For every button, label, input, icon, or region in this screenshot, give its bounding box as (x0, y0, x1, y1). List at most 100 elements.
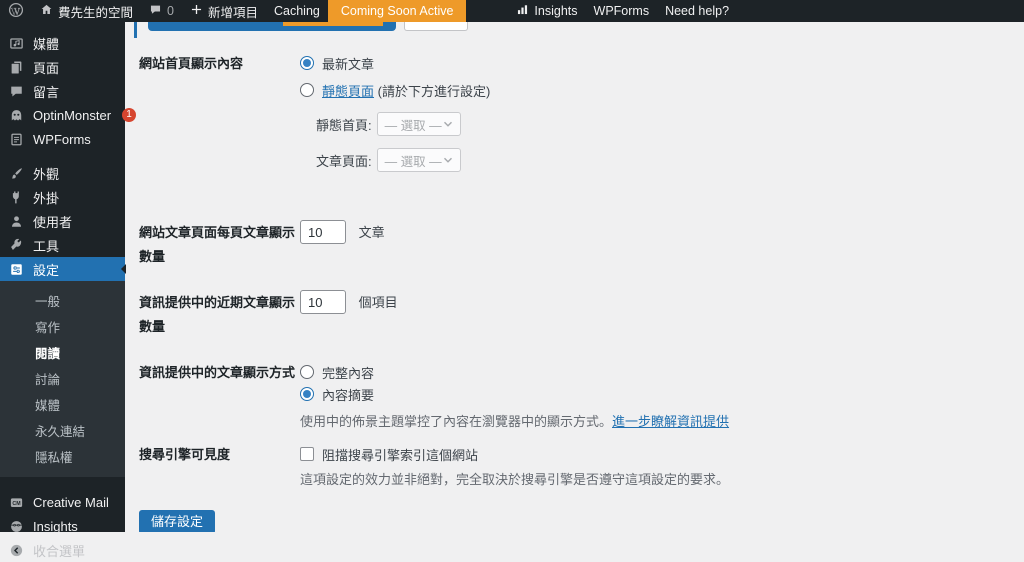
sidebar-item-label: WPForms (33, 131, 91, 147)
static-page-radio[interactable] (300, 83, 314, 97)
admin-sidebar: 媒體 頁面 留言 OptinMonster 1 WPForms 外觀 外掛 使用… (0, 22, 137, 559)
wordpress-logo-icon (8, 2, 24, 21)
sidebar-item-appearance[interactable]: 外觀 (0, 161, 125, 185)
static-page-link[interactable]: 靜態頁面 (322, 84, 374, 99)
wordpress-admin-screen: 費先生的空間 0 新增項目 Caching Coming Soon Active… (0, 0, 1024, 559)
learn-more-feeds-link[interactable]: 進一步瞭解資訊提供 (612, 414, 729, 429)
sidebar-item-insights[interactable]: Insights (0, 514, 125, 538)
discourage-search-option[interactable]: 阻擋搜尋引擎索引這個網站 (300, 444, 1024, 464)
summary-option[interactable]: 內容摘要 (300, 384, 1024, 404)
settings-submenu: 一般 寫作 閱讀 討論 媒體 永久連結 隱私權 (0, 281, 125, 477)
posts-page-select[interactable]: — 選取 — (376, 148, 461, 172)
sidebar-item-creative-mail[interactable]: CM Creative Mail (0, 490, 125, 514)
sidebar-item-optinmonster[interactable]: OptinMonster 1 (0, 103, 137, 127)
full-text-label: 完整內容 (322, 365, 375, 381)
save-settings-button[interactable]: 儲存設定 (139, 510, 216, 532)
sidebar-item-wpforms[interactable]: WPForms (0, 127, 125, 151)
sidebar-item-label: OptinMonster (33, 107, 112, 123)
wpforms-menu[interactable]: WPForms (586, 0, 658, 22)
insights-menu[interactable]: Insights (508, 0, 585, 22)
caching-menu[interactable]: Caching (266, 0, 328, 22)
sidebar-separator (0, 151, 125, 161)
cutoff-orange-element (283, 22, 383, 26)
comments-menu[interactable]: 0 (141, 0, 182, 22)
need-help-menu[interactable]: Need help? (657, 0, 737, 22)
submenu-item-general[interactable]: 一般 (0, 287, 125, 313)
home-icon (40, 3, 53, 19)
static-front-page-select[interactable]: — 選取 — (376, 112, 461, 136)
full-text-option[interactable]: 完整內容 (300, 362, 1024, 382)
full-text-radio[interactable] (300, 365, 314, 379)
sidebar-item-label: 外觀 (33, 166, 60, 182)
sidebar-item-users[interactable]: 使用者 (0, 209, 125, 233)
comment-count: 0 (167, 4, 174, 18)
sidebar-item-tools[interactable]: 工具 (0, 233, 125, 257)
posts-page-label: 文章頁面: (316, 153, 372, 169)
submenu-item-writing[interactable]: 寫作 (0, 313, 125, 339)
posts-per-page-label: 網站文章頁面每頁文章顯示數量 (139, 225, 296, 264)
search-visibility-row: 搜尋引擎可見度 阻擋搜尋引擎索引這個網站 這項設定的效力並非絕對，完全取決於搜尋… (139, 444, 1024, 488)
front-page-row: 網站首頁顯示內容 最新文章 靜態頁面 (請於下方進行設定) 靜態首頁: — 選取… (139, 53, 1024, 184)
new-item-menu[interactable]: 新增項目 (182, 0, 266, 22)
coming-soon-label: Coming Soon Active (340, 4, 454, 18)
static-page-option[interactable]: 靜態頁面 (請於下方進行設定) (300, 80, 1024, 100)
sidebar-item-label: 設定 (33, 262, 60, 278)
sidebar-item-label: 收合選單 (33, 543, 86, 559)
wordpress-logo-menu[interactable] (0, 0, 32, 22)
front-page-label: 網站首頁顯示內容 (139, 56, 244, 71)
latest-posts-option[interactable]: 最新文章 (300, 53, 1024, 73)
sidebar-item-label: 留言 (33, 84, 60, 100)
admin-bar-spacer (737, 0, 1024, 22)
submenu-item-reading[interactable]: 閱讀 (0, 339, 125, 365)
cutoff-accent-line (134, 22, 137, 38)
submenu-item-privacy[interactable]: 隱私權 (0, 443, 125, 469)
search-visibility-note: 這項設定的效力並非絕對，完全取決於搜尋引擎是否遵守這項設定的要求。 (300, 472, 730, 487)
sidebar-item-label: 頁面 (33, 60, 60, 76)
reading-settings-content: 網站首頁顯示內容 最新文章 靜態頁面 (請於下方進行設定) 靜態首頁: — 選取… (125, 22, 1024, 532)
sidebar-item-comments[interactable]: 留言 (0, 79, 125, 103)
comment-bubble-icon (149, 3, 162, 19)
collapse-menu-button[interactable]: 收合選單 (0, 538, 125, 562)
scrolled-cutoff-elements (125, 22, 1024, 38)
feed-items-input[interactable] (300, 290, 346, 314)
posts-page-row: 文章頁面: — 選取 — (316, 148, 1024, 172)
submenu-item-discussion[interactable]: 討論 (0, 365, 125, 391)
sidebar-item-settings[interactable]: 設定 (0, 257, 126, 281)
media-icon (10, 37, 23, 49)
posts-per-page-input[interactable] (300, 220, 346, 244)
insights-label: Insights (534, 4, 578, 18)
chevron-down-icon (443, 121, 452, 127)
sidebar-item-plugins[interactable]: 外掛 (0, 185, 125, 209)
latest-posts-radio[interactable] (300, 56, 314, 70)
discourage-search-checkbox[interactable] (300, 447, 314, 461)
sidebar-item-label: 工具 (33, 238, 60, 254)
plugin-icon (12, 191, 19, 203)
insights-icon (11, 520, 22, 532)
submenu-item-media[interactable]: 媒體 (0, 391, 125, 417)
posts-per-page-row: 網站文章頁面每頁文章顯示數量 文章 (139, 220, 1024, 269)
site-name-menu[interactable]: 費先生的空間 (32, 0, 141, 22)
latest-posts-label: 最新文章 (322, 56, 375, 72)
paintbrush-icon (11, 167, 22, 179)
wpforms-icon (11, 133, 22, 145)
discourage-search-label: 阻擋搜尋引擎索引這個網站 (322, 447, 479, 463)
summary-radio[interactable] (300, 387, 314, 401)
sidebar-item-pages[interactable]: 頁面 (0, 55, 125, 79)
wrench-icon (11, 238, 22, 250)
sidebar-item-label: Creative Mail (33, 494, 109, 510)
coming-soon-active-button[interactable]: Coming Soon Active (327, 0, 467, 22)
wpforms-label: WPForms (593, 4, 650, 18)
static-page-hint: (請於下方進行設定) (377, 83, 491, 99)
sidebar-item-label: Insights (33, 518, 78, 534)
summary-label: 內容摘要 (322, 387, 375, 403)
submenu-item-permalinks[interactable]: 永久連結 (0, 417, 125, 443)
static-front-page-label: 靜態首頁: (316, 117, 372, 133)
collapse-arrow-icon (10, 544, 23, 556)
cutoff-white-button[interactable] (404, 22, 468, 31)
sidebar-item-media[interactable]: 媒體 (0, 31, 125, 55)
feed-display-label: 資訊提供中的文章顯示方式 (139, 365, 296, 380)
reading-settings-form: 網站首頁顯示內容 最新文章 靜態頁面 (請於下方進行設定) 靜態首頁: — 選取… (125, 53, 1024, 532)
feed-items-suffix: 個項目 (358, 294, 398, 310)
comments-icon (11, 86, 22, 97)
